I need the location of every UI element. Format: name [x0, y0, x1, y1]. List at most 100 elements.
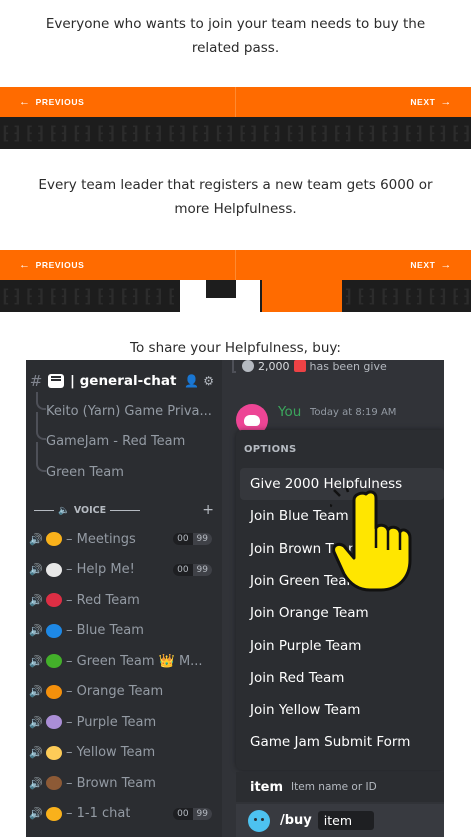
option-item[interactable]: Game Jam Submit Form	[240, 726, 444, 758]
pointing-hand-icon	[330, 488, 412, 592]
green-circle-icon	[46, 654, 62, 668]
add-member-icon[interactable]: 👤	[184, 374, 199, 388]
speaker-icon: 🔊	[29, 685, 43, 698]
next-button[interactable]: NEXT →	[236, 87, 471, 117]
dark-image-strip: ⁅⁆⁅⁆⁅⁆⁅⁆⁅⁆⁅⁆⁅⁆⁅⁆⁅⁆⁅⁆⁅⁆⁅⁆⁅⁆⁅⁆⁅⁆⁅⁆⁅⁆⁅⁆⁅⁆⁅⁆…	[0, 117, 471, 149]
speaker-icon: 🔊	[29, 654, 43, 668]
arrow-right-icon: →	[440, 96, 452, 108]
voice-channel[interactable]: 🔊 – Green Team 👑 M...	[26, 648, 222, 674]
category-label: VOICE	[73, 504, 107, 516]
voice-channel-name: – Green Team 👑 M...	[66, 653, 203, 669]
channel-name: | general-chat	[70, 373, 177, 389]
voice-channel-name: – Help Me!	[66, 562, 135, 577]
channel-sidebar: # | general-chat 👤 ⚙ Keito (Yarn) Game P…	[26, 360, 222, 837]
message-input[interactable]: /buy item	[236, 804, 444, 837]
yellow-circle-icon	[46, 745, 62, 760]
speaker-icon: 🔊	[29, 624, 43, 637]
arrow-left-icon: ←	[19, 259, 31, 271]
message-amount: 2,000	[258, 360, 290, 373]
previous-button[interactable]: ← PREVIOUS	[0, 250, 236, 280]
voice-channel[interactable]: 🔊 – Help Me! 00 99	[26, 557, 222, 583]
count: 00	[177, 564, 189, 575]
previous-button[interactable]: ← PREVIOUS	[0, 87, 236, 117]
voice-channel[interactable]: 🔊 – Brown Team	[26, 770, 222, 796]
red-circle-icon	[46, 593, 62, 607]
add-channel-icon[interactable]: +	[202, 502, 214, 518]
user-limit-badge: 00 99	[173, 563, 212, 576]
voice-channel[interactable]: 🔊 – 1-1 chat 00 99	[26, 801, 222, 827]
blue-circle-icon	[46, 623, 62, 638]
reply-connector	[232, 360, 236, 373]
voice-channel-name: – Orange Team	[66, 684, 164, 699]
speaker-icon: 🔊	[29, 715, 43, 729]
message-timestamp: Today at 8:19 AM	[310, 407, 397, 418]
user-limit-badge: 00 99	[173, 533, 212, 545]
thread-label: GameJam - Red Team	[46, 433, 186, 449]
thread-item[interactable]: GameJam - Red Team	[46, 428, 185, 454]
thread-label: Keito (Yarn) Game Priva...	[46, 403, 212, 419]
divider	[34, 509, 54, 511]
option-item[interactable]: Join Yellow Team	[240, 694, 444, 726]
next-label: NEXT	[410, 97, 436, 107]
voice-channel-name: – Red Team	[66, 592, 140, 608]
orange-circle-icon	[46, 684, 62, 699]
logo-shape-orange	[262, 280, 342, 312]
speaker-icon: 🔊	[29, 807, 43, 820]
message-tail: has been give	[309, 360, 387, 373]
count: 00	[177, 808, 189, 819]
voice-channel[interactable]: 🔊 – Orange Team	[26, 679, 222, 705]
option-item[interactable]: Join Orange Team	[240, 597, 444, 629]
section-3-text: To share your Helpfulness, buy:	[130, 340, 341, 356]
previous-label: PREVIOUS	[35, 260, 85, 270]
logo-shape-accent	[206, 280, 236, 298]
next-button[interactable]: NEXT →	[236, 250, 471, 280]
channel-general-chat[interactable]: # | general-chat 👤 ⚙	[26, 368, 222, 394]
next-label: NEXT	[410, 260, 436, 270]
command-argument-bar: item Item name or ID	[236, 772, 444, 802]
command-text: /buy	[280, 813, 312, 828]
option-item[interactable]: Join Purple Team	[240, 630, 444, 662]
user-limit-badge: 00 99	[173, 807, 212, 820]
speaker-icon: 🔊	[29, 593, 43, 607]
voice-channel-name: – Yellow Team	[66, 745, 156, 760]
voice-category[interactable]: 🔈 VOICE +	[34, 502, 214, 518]
discord-screenshot: # | general-chat 👤 ⚙ Keito (Yarn) Game P…	[26, 360, 444, 837]
arrow-left-icon: ←	[19, 96, 31, 108]
heart-hands-icon	[46, 532, 62, 546]
thread-label: Green Team	[46, 464, 124, 480]
section-1-text: Everyone who wants to join your team nee…	[45, 16, 426, 56]
thread-connector	[36, 392, 46, 410]
argument-hint: Item name or ID	[291, 781, 377, 793]
count: 99	[192, 533, 212, 545]
voice-channel[interactable]: 🔊 – Meetings 00 99	[26, 526, 222, 552]
voice-channel[interactable]: 🔊 – Red Team	[26, 587, 222, 613]
argument-input[interactable]: item	[317, 811, 375, 830]
argument-name: item	[250, 779, 284, 795]
thread-connector	[36, 412, 46, 440]
section-2-text: Every team leader that registers a new t…	[38, 177, 433, 217]
calendar-icon	[46, 562, 62, 577]
heart-icon	[293, 360, 306, 372]
chat-bubble-icon	[48, 374, 64, 388]
count: 99	[192, 807, 212, 820]
dark-image-strip: ⁅⁆⁅⁆⁅⁆⁅⁆⁅⁆⁅⁆⁅⁆⁅⁆⁅⁆⁅⁆⁅⁆⁅⁆⁅⁆⁅⁆⁅⁆⁅⁆⁅⁆⁅⁆⁅⁆⁅⁆…	[0, 280, 471, 312]
option-item[interactable]: Join Red Team	[240, 662, 444, 694]
gear-icon[interactable]: ⚙	[203, 374, 214, 388]
message-author[interactable]: You	[278, 404, 301, 420]
thread-item[interactable]: Green Team	[46, 459, 124, 485]
channel-icons: 👤 ⚙	[184, 374, 214, 388]
section-1: Everyone who wants to join your team nee…	[0, 0, 471, 87]
voice-channel[interactable]: 🔊 – Yellow Team	[26, 740, 222, 766]
speaker-icon: 🔈	[58, 504, 70, 516]
speaker-icon: 🔊	[29, 532, 43, 546]
voice-channel[interactable]: 🔊 – Purple Team	[26, 709, 222, 735]
voice-channel-name: – Brown Team	[66, 775, 156, 791]
voice-channel-name: – Meetings	[66, 531, 136, 547]
thread-item[interactable]: Keito (Yarn) Game Priva...	[46, 398, 212, 424]
face-icon	[46, 806, 62, 821]
speaker-icon: 🔊	[29, 746, 43, 759]
bot-face-icon	[248, 809, 270, 832]
voice-channel[interactable]: 🔊 – Blue Team	[26, 618, 222, 644]
pattern-decoration: ⁅⁆⁅⁆⁅⁆⁅⁆⁅⁆⁅⁆⁅⁆⁅⁆⁅⁆⁅⁆⁅⁆⁅⁆⁅⁆⁅⁆⁅⁆⁅⁆⁅⁆⁅⁆⁅⁆⁅⁆…	[0, 123, 471, 144]
count: 99	[192, 563, 212, 576]
